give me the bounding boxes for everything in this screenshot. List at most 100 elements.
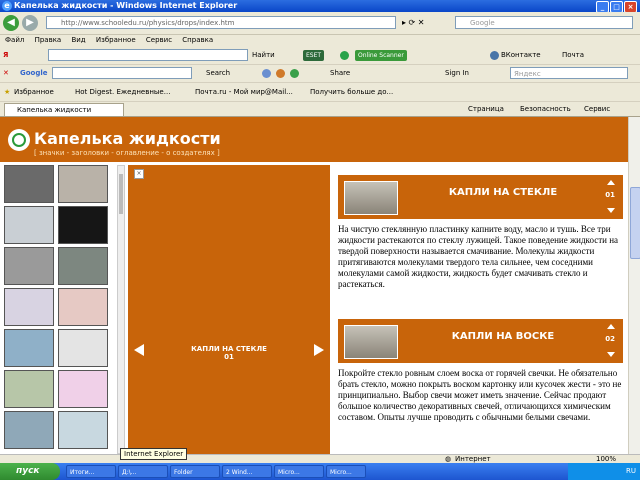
content-column: КАПЛИ НА СТЕКЛЕ 01 На чистую стеклянную …: [338, 165, 628, 454]
menu-file[interactable]: Файл: [5, 35, 24, 46]
vk-link[interactable]: ВКонтакте: [501, 49, 541, 61]
menu-favorites[interactable]: Избранное: [96, 35, 136, 46]
toolbar-icon-2[interactable]: [276, 69, 285, 78]
back-button[interactable]: ◀: [3, 15, 19, 31]
thumbnail-scrollbar[interactable]: [117, 165, 125, 454]
google-search-button[interactable]: Search: [206, 67, 230, 79]
yandex-field-text: Яндекс: [514, 70, 541, 78]
thumbnail[interactable]: [4, 370, 54, 408]
viewer-panel: × КАПЛИ НА СТЕКЛЕ 01: [128, 165, 330, 454]
task-button[interactable]: Folder: [170, 465, 220, 478]
find-button[interactable]: Найти: [252, 49, 275, 61]
yandex-field[interactable]: Яндекс: [510, 67, 628, 79]
down-arrow-icon[interactable]: [607, 208, 615, 213]
yandex-logo: Я: [3, 51, 9, 59]
scanner-icon: [340, 51, 349, 60]
card-header[interactable]: КАПЛИ НА СТЕКЛЕ 01: [338, 175, 623, 219]
thumbnail[interactable]: [4, 411, 54, 449]
ie-icon: e: [2, 1, 12, 11]
search-placeholder: Google: [470, 19, 495, 27]
menu-help[interactable]: Справка: [182, 35, 213, 46]
go-icon[interactable]: ▸ ⟳ ✕: [402, 18, 425, 27]
thumbnail[interactable]: [4, 206, 54, 244]
thumbnail-scroll-thumb[interactable]: [119, 174, 123, 214]
thumbnail[interactable]: [58, 165, 108, 203]
menu-view[interactable]: Вид: [71, 35, 85, 46]
up-arrow-icon[interactable]: [607, 324, 615, 329]
favorites-button[interactable]: Избранное: [14, 86, 54, 98]
menu-tools[interactable]: Сервис: [146, 35, 172, 46]
page-menu[interactable]: Страница: [468, 103, 504, 115]
card-header[interactable]: КАПЛИ НА ВОСКЕ 02: [338, 319, 623, 363]
search-input[interactable]: Google: [455, 16, 633, 29]
tab-label: Капелька жидкости: [17, 106, 92, 114]
thumbnail[interactable]: [58, 411, 108, 449]
card-text: На чистую стеклянную пластинку капните в…: [338, 224, 619, 289]
safety-menu[interactable]: Безопасность: [520, 103, 571, 115]
online-scanner-button[interactable]: Online Scanner: [355, 50, 407, 61]
tools-menu[interactable]: Сервис: [584, 103, 610, 115]
up-arrow-icon[interactable]: [607, 180, 615, 185]
card-number: 02: [605, 335, 615, 343]
task-button[interactable]: Micro...: [326, 465, 366, 478]
language-indicator[interactable]: RU: [626, 467, 636, 475]
thumbnail[interactable]: [58, 329, 108, 367]
card-image: [344, 325, 398, 359]
site-logo-icon: [8, 129, 30, 151]
viewer-caption-number: 01: [224, 353, 234, 361]
thumbnail[interactable]: [58, 247, 108, 285]
system-tray: RU: [568, 463, 640, 480]
card-image: [344, 181, 398, 215]
start-label: пуск: [16, 466, 40, 476]
thumbnail[interactable]: [58, 206, 108, 244]
site-nav[interactable]: [ значки - заголовки - оглавление - о со…: [34, 149, 220, 157]
thumbnail[interactable]: [4, 288, 54, 326]
window-title: Капелька жидкости - Windows Internet Exp…: [14, 1, 238, 10]
favorite-link-2[interactable]: Почта.ru - Мой мир@Mail...: [195, 86, 293, 98]
toolbar-icon-1[interactable]: [262, 69, 271, 78]
thumbnail[interactable]: [4, 247, 54, 285]
next-arrow-icon[interactable]: [314, 344, 324, 356]
page-scroll-thumb[interactable]: [630, 187, 640, 259]
forward-button[interactable]: ▶: [22, 15, 38, 31]
sign-in-button[interactable]: Sign In: [445, 67, 469, 79]
task-button[interactable]: Д:\...: [118, 465, 168, 478]
start-button[interactable]: пуск: [0, 463, 60, 480]
tab-row: Капелька жидкости Страница Безопасность …: [0, 102, 640, 117]
google-search-input[interactable]: [52, 67, 192, 79]
yandex-toolbar: Я Найти ESET Online Scanner ВКонтакте По…: [0, 47, 640, 65]
thumbnail[interactable]: [58, 288, 108, 326]
card-text: Покройте стекло ровным слоем воска от го…: [338, 368, 622, 422]
down-arrow-icon[interactable]: [607, 352, 615, 357]
vk-icon: [490, 51, 499, 60]
eset-button[interactable]: ESET: [303, 50, 325, 61]
toolbar-icon-3[interactable]: [290, 69, 299, 78]
card-title: КАПЛИ НА ВОСКЕ: [451, 331, 555, 342]
card-title: КАПЛИ НА СТЕКЛЕ: [448, 187, 558, 198]
task-button[interactable]: 2 Wind...: [222, 465, 272, 478]
favorite-link-3[interactable]: Получить больше до...: [310, 86, 393, 98]
tab-kapelka[interactable]: Капелька жидкости: [4, 103, 124, 116]
viewer-caption-label: КАПЛИ НА СТЕКЛЕ: [191, 345, 267, 353]
menu-edit[interactable]: Правка: [35, 35, 62, 46]
page-scrollbar[interactable]: [628, 117, 640, 454]
address-row: ◀ ▶ http://www.schooledu.ru/physics/drop…: [0, 12, 640, 35]
viewer-caption: КАПЛИ НА СТЕКЛЕ 01: [134, 341, 324, 363]
yandex-search-input[interactable]: [48, 49, 248, 61]
thumbnail[interactable]: [4, 165, 54, 203]
card-number: 01: [605, 191, 615, 199]
favorite-link-1[interactable]: Hot Digest. Ежедневные...: [75, 86, 170, 98]
menu-bar: Файл Правка Вид Избранное Сервис Справка: [0, 35, 640, 46]
thumbnail[interactable]: [4, 329, 54, 367]
mail-link[interactable]: Почта: [562, 49, 584, 61]
task-button[interactable]: Micro...: [274, 465, 324, 478]
thumbnail-grid: [4, 165, 116, 454]
close-viewer-icon[interactable]: ×: [134, 169, 144, 179]
page-content: Капелька жидкости [ значки - заголовки -…: [0, 117, 628, 454]
share-button[interactable]: Share: [330, 67, 350, 79]
address-input[interactable]: http://www.schooledu.ru/physics/drops/in…: [46, 16, 396, 29]
close-toolbar-icon[interactable]: ✕: [3, 67, 9, 79]
task-button[interactable]: Итоги...: [66, 465, 116, 478]
favorites-star-icon: ★: [4, 88, 11, 96]
thumbnail[interactable]: [58, 370, 108, 408]
